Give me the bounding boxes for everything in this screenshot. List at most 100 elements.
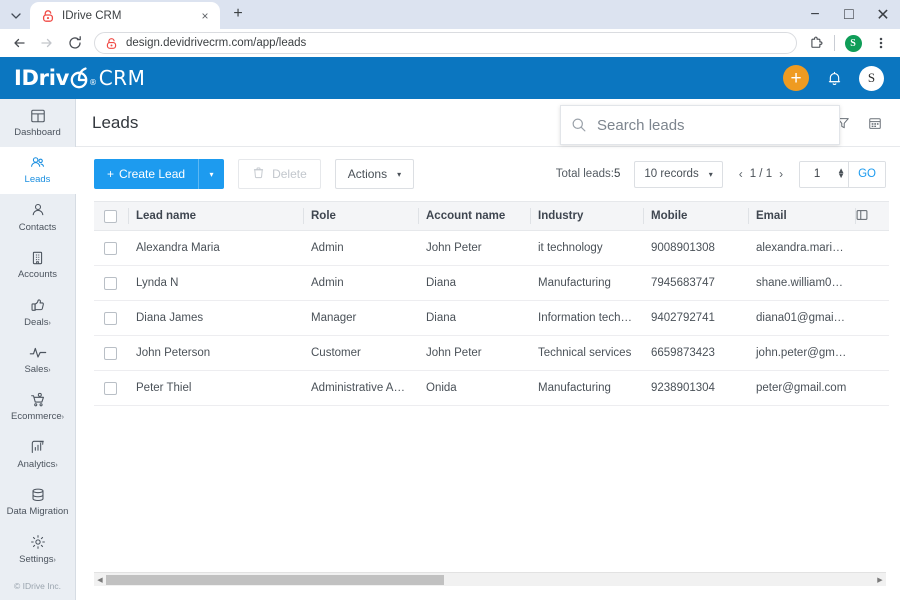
logo-crm-text: CRM: [98, 66, 146, 91]
sidebar-item-label: Data Migration: [6, 506, 69, 518]
scroll-right-arrow[interactable]: ▶: [874, 573, 886, 587]
scroll-left-arrow[interactable]: ◀: [94, 573, 106, 587]
browser-tab[interactable]: IDrive CRM ×: [30, 2, 220, 29]
create-lead-button[interactable]: + Create Lead: [94, 159, 199, 190]
column-header-account-name[interactable]: Account name: [418, 201, 530, 232]
records-label: 10 records: [644, 168, 699, 181]
row-select-cell: [94, 300, 128, 337]
horizontal-scrollbar[interactable]: ◀ ▶: [94, 572, 886, 586]
leads-table-container: Lead name Role Account name Industry Mob…: [76, 201, 900, 572]
page-number-input[interactable]: [800, 161, 835, 187]
actions-dropdown[interactable]: Actions ▾: [334, 159, 415, 190]
close-window-icon[interactable]: ✕: [866, 0, 900, 30]
bottom-padding: [76, 586, 900, 600]
sidebar-item-data-migration[interactable]: Data Migration: [0, 478, 75, 525]
reload-icon[interactable]: [62, 30, 88, 56]
cell-mobile: 6659873423: [643, 335, 748, 372]
next-page-button[interactable]: ›: [779, 167, 783, 181]
close-icon[interactable]: ×: [196, 7, 214, 25]
cell-industry: Technical services: [530, 335, 643, 372]
maximize-icon[interactable]: □: [832, 0, 866, 30]
cell-lead-name[interactable]: Diana James: [128, 300, 303, 337]
sidebar-item-accounts[interactable]: Accounts: [0, 241, 75, 288]
create-lead-dropdown-toggle[interactable]: ▾: [198, 159, 225, 190]
sidebar-item-label: Analytics›: [17, 458, 58, 470]
column-header-industry[interactable]: Industry: [530, 201, 643, 232]
row-select-cell: [94, 370, 128, 407]
sidebar-item-contacts[interactable]: Contacts: [0, 194, 75, 241]
column-header-lead-name[interactable]: Lead name: [128, 201, 303, 232]
quick-add-button[interactable]: +: [783, 65, 809, 92]
dashboard-icon: [30, 107, 46, 124]
calendar-icon[interactable]: [864, 112, 886, 134]
table-row[interactable]: Lynda N Admin Diana Manufacturing 794568…: [94, 265, 889, 302]
idrive-crm-logo[interactable]: IDriv ® CRM: [14, 66, 145, 90]
leads-table: Lead name Role Account name Industry Mob…: [94, 201, 889, 407]
cell-lead-name[interactable]: John Peterson: [128, 335, 303, 372]
header-actions: + S: [783, 65, 884, 92]
row-checkbox[interactable]: [104, 241, 117, 255]
chevron-down-icon: ▾: [209, 169, 214, 179]
search-input[interactable]: [597, 116, 829, 134]
cell-role: Admin: [303, 265, 418, 302]
sidebar-item-analytics[interactable]: Analytics›: [0, 431, 75, 478]
page-title: Leads: [92, 112, 139, 132]
sidebar-item-settings[interactable]: Settings›: [0, 526, 75, 573]
stepper-down-icon[interactable]: ▼: [837, 172, 845, 180]
bell-icon[interactable]: [823, 67, 845, 89]
address-bar[interactable]: design.devidrivecrm.com/app/leads: [94, 32, 797, 55]
search-panel[interactable]: [560, 105, 840, 146]
tab-search-icon[interactable]: [2, 3, 30, 29]
sidebar-item-label: Ecommerce›: [10, 411, 65, 423]
forward-icon: [34, 30, 60, 56]
row-checkbox[interactable]: [104, 381, 117, 395]
url-text: design.devidrivecrm.com/app/leads: [126, 37, 307, 50]
sidebar-item-sales[interactable]: Sales›: [0, 336, 75, 383]
records-per-page-dropdown[interactable]: 10 records ▾: [634, 160, 723, 188]
column-header-role[interactable]: Role: [303, 201, 418, 232]
new-tab-button[interactable]: +: [224, 0, 252, 28]
page-number-stepper[interactable]: ▲ ▼: [834, 162, 848, 187]
cell-spacer: [855, 230, 889, 267]
sidebar-footer-copyright: © IDrive Inc.: [14, 581, 61, 592]
select-all-header: [94, 201, 128, 232]
table-row[interactable]: John Peterson Customer John Peter Techni…: [94, 335, 889, 372]
sidebar-item-label: Accounts: [17, 269, 58, 281]
sidebar-item-deals[interactable]: Deals›: [0, 289, 75, 336]
row-checkbox[interactable]: [104, 311, 117, 325]
table-row[interactable]: Peter Thiel Administrative Assist... Oni…: [94, 370, 889, 407]
cell-lead-name[interactable]: Alexandra Maria: [128, 230, 303, 267]
building-icon: [30, 249, 45, 266]
prev-page-button[interactable]: ‹: [739, 167, 743, 181]
sidebar-item-label: Contacts: [18, 221, 57, 233]
table-row[interactable]: Diana James Manager Diana Information te…: [94, 300, 889, 337]
sidebar-item-label: Dashboard: [14, 127, 61, 139]
column-settings-icon[interactable]: [855, 201, 889, 232]
cart-icon: [29, 391, 46, 408]
scrollbar-thumb[interactable]: [106, 574, 444, 585]
row-checkbox[interactable]: [104, 276, 117, 290]
row-checkbox[interactable]: [104, 346, 117, 360]
more-menu-icon[interactable]: [868, 30, 894, 56]
profile-avatar[interactable]: S: [840, 30, 866, 56]
cell-email: diana01@gmail.com: [748, 300, 855, 337]
logo-e-mark: [69, 67, 89, 89]
table-row[interactable]: Alexandra Maria Admin John Peter it tech…: [94, 230, 889, 267]
select-all-checkbox[interactable]: [104, 209, 117, 223]
scrollbar-track[interactable]: [106, 573, 874, 587]
column-header-email[interactable]: Email: [748, 201, 855, 232]
extensions-icon[interactable]: [803, 30, 829, 56]
back-icon[interactable]: [6, 30, 32, 56]
cell-spacer: [855, 335, 889, 372]
avatar[interactable]: S: [859, 65, 884, 91]
cell-lead-name[interactable]: Peter Thiel: [128, 370, 303, 407]
cell-lead-name[interactable]: Lynda N: [128, 265, 303, 302]
cell-spacer: [855, 300, 889, 337]
column-header-mobile[interactable]: Mobile: [643, 201, 748, 232]
go-button[interactable]: GO: [848, 161, 885, 187]
cell-account-name: Onida: [418, 370, 530, 407]
sidebar-item-leads[interactable]: Leads: [0, 146, 76, 194]
sidebar-item-dashboard[interactable]: Dashboard: [0, 99, 75, 146]
sidebar-item-ecommerce[interactable]: Ecommerce›: [0, 383, 75, 430]
minimize-icon[interactable]: −: [798, 0, 832, 30]
